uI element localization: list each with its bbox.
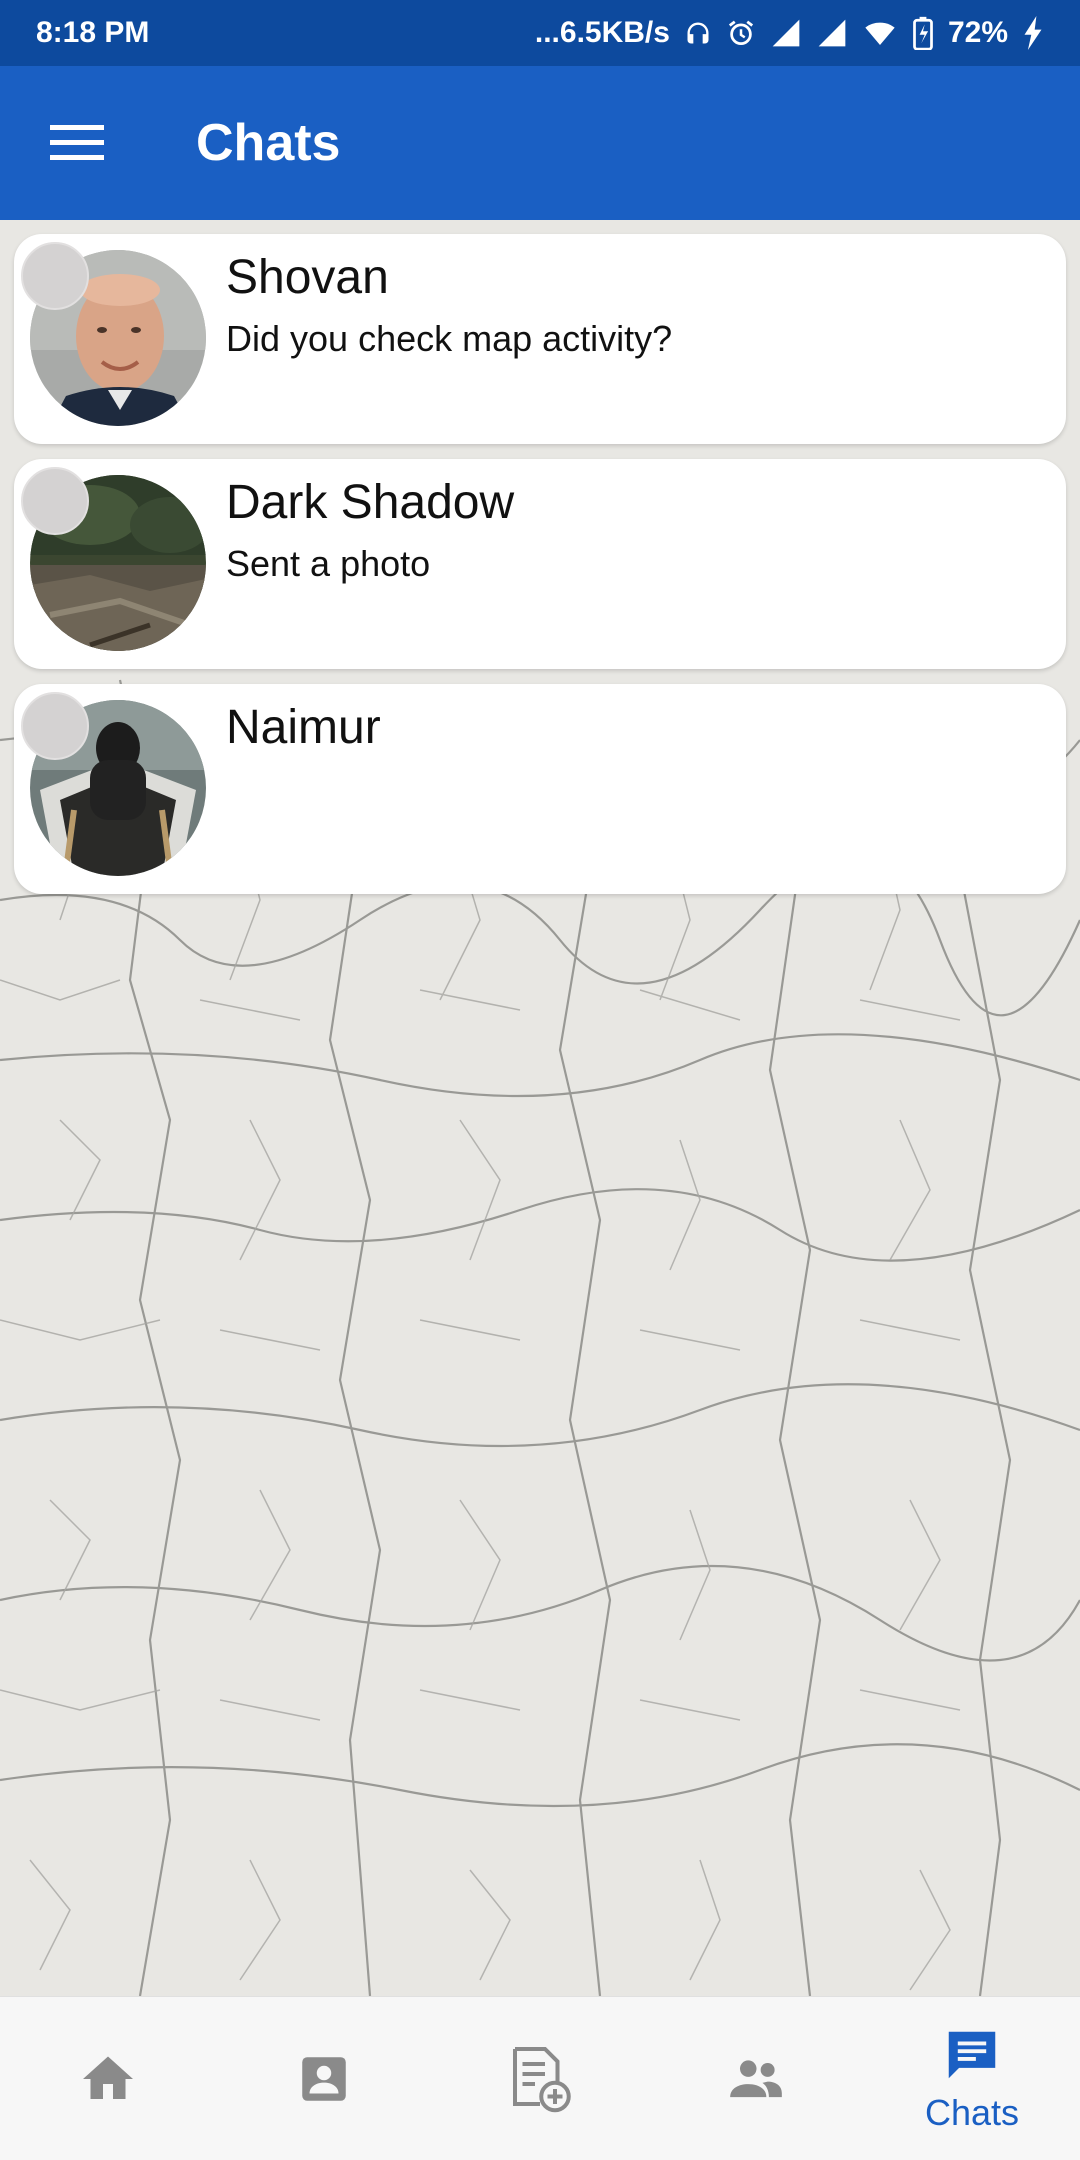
home-icon — [83, 2056, 133, 2099]
chat-item-shovan[interactable]: Shovan Did you check map activity? — [14, 234, 1066, 444]
chat-name: Naimur — [226, 701, 381, 754]
add-post-icon — [513, 2046, 571, 2112]
page-title: Chats — [196, 114, 341, 172]
nav-chats-label: Chats — [924, 2091, 1020, 2133]
app-bar: Chats — [0, 66, 1080, 220]
hamburger-menu-icon — [50, 125, 104, 160]
online-status-dot — [21, 692, 89, 760]
status-icons: ...6.5KB/s 72% — [535, 16, 1044, 50]
chat-name: Dark Shadow — [226, 476, 515, 529]
chat-item-naimur[interactable]: Naimur — [14, 684, 1066, 894]
status-bar: 8:18 PM ...6.5KB/s 72% — [0, 0, 1080, 66]
online-status-dot — [21, 467, 89, 535]
contact-card-icon — [302, 2056, 346, 2101]
nav-home[interactable] — [0, 1997, 216, 2160]
headphones-icon — [684, 19, 712, 47]
menu-button[interactable] — [38, 104, 116, 182]
bottom-navigation: Chats — [0, 1996, 1080, 2160]
wifi-icon — [862, 17, 898, 49]
chat-name: Shovan — [226, 251, 389, 304]
nav-contacts[interactable] — [216, 1997, 432, 2160]
nav-people[interactable] — [648, 1997, 864, 2160]
nav-add-post[interactable] — [432, 1997, 648, 2160]
nav-chats[interactable]: Chats — [864, 1997, 1080, 2160]
chat-item-dark-shadow[interactable]: Dark Shadow Sent a photo — [14, 459, 1066, 669]
chat-icon — [948, 2031, 996, 2078]
online-status-dot — [21, 242, 89, 310]
chat-preview: Did you check map activity? — [226, 318, 673, 359]
chat-preview: Sent a photo — [226, 543, 431, 584]
battery-percent: 72% — [947, 16, 1008, 49]
people-icon — [730, 2059, 782, 2097]
battery-charging-icon — [912, 16, 934, 50]
signal-icon-2 — [816, 17, 848, 49]
status-time: 8:18 PM — [36, 16, 150, 49]
signal-icon-1 — [770, 17, 802, 49]
network-speed: ...6.5KB/s — [534, 16, 670, 49]
chat-list: Shovan Did you check map activity? Dark … — [14, 234, 1066, 909]
alarm-icon — [726, 18, 756, 48]
charging-bolt-icon — [1022, 16, 1044, 50]
